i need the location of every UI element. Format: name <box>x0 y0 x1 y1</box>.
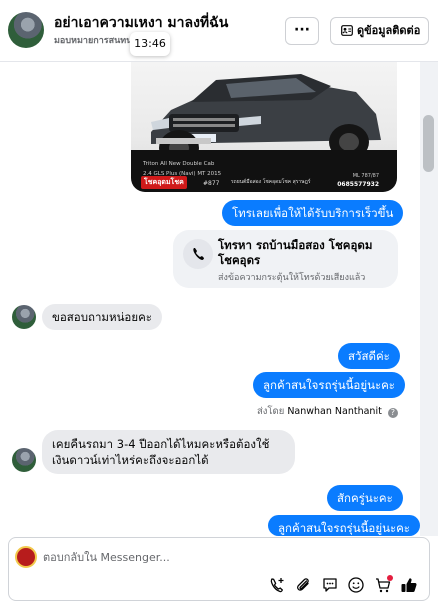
emoji-icon[interactable] <box>347 576 365 594</box>
call-icon-circle <box>183 239 213 269</box>
message-scrollbar-thumb[interactable] <box>423 115 434 172</box>
contact-avatar[interactable] <box>8 12 44 48</box>
outgoing-message[interactable]: สวัสดีค่ะ <box>338 343 400 369</box>
incoming-message[interactable]: เคยคืนรถมา 3-4 ปีออกได้ไหมคะหรือต้องใช้เ… <box>42 430 295 474</box>
conversation-header: อย่าเอาความเหงา มาลงที่ฉัน มอบหมายการสนท… <box>0 0 438 62</box>
call-card-subtitle: ส่งข้อความกระตุ้นให้โทรด้วยเสียงแล้ว <box>218 273 366 283</box>
car-registration-text: ML 787/87 <box>352 173 379 179</box>
car-model-text: Triton All New Double Cab <box>143 161 215 167</box>
sender-avatar[interactable] <box>12 448 36 472</box>
attachment-icon[interactable] <box>294 576 312 594</box>
incoming-message[interactable]: ขอสอบถามหน่อยคะ <box>42 304 162 330</box>
phone-add-icon[interactable] <box>268 576 286 594</box>
ellipsis-icon: ··· <box>294 22 310 38</box>
assign-conversation-label[interactable]: มอบหมายการสนทนา <box>54 33 134 47</box>
contact-name[interactable]: อย่าเอาความเหงา มาลงที่ฉัน <box>54 12 228 34</box>
call-request-card[interactable]: โทรหา รถบ้านมือสอง โชคอุดม โชคอุดร ส่งข้… <box>173 230 398 288</box>
page-avatar <box>15 546 37 568</box>
quick-reply-icon[interactable] <box>321 576 339 594</box>
outgoing-message[interactable]: ลูกค้าสนใจรถรุ่นนี้อยู่นะคะ <box>268 515 420 536</box>
more-options-button[interactable]: ··· <box>285 17 319 45</box>
help-icon[interactable]: ? <box>387 408 398 418</box>
dealer-location-text: รถยนต์มือสอง โชคอุดมโชค สุราษฎร์ <box>231 179 311 185</box>
outgoing-message[interactable]: โทรเลยเพื่อให้ได้รับบริการเร็วขึ้น <box>222 200 404 226</box>
call-card-title: โทรหา รถบ้านมือสอง โชคอุดม โชคอุดร <box>218 238 373 267</box>
like-icon[interactable] <box>400 576 418 594</box>
contact-card-icon <box>341 25 353 36</box>
view-contact-info-button[interactable]: ดูข้อมูลติดต่อ <box>330 17 429 45</box>
car-photo-attachment[interactable]: Triton All New Double Cab 2.4 GLS Plus (… <box>131 62 397 192</box>
outgoing-message[interactable]: สักครู่นะคะ <box>327 485 403 511</box>
sent-by-label: ส่งโดย Nanwhan Nanthanit ? <box>257 404 398 419</box>
sent-by-name[interactable]: Nanwhan Nanthanit <box>287 406 382 417</box>
sender-avatar[interactable] <box>12 305 36 329</box>
notification-dot <box>387 575 393 581</box>
outgoing-message[interactable]: ลูกค้าสนใจรถรุ่นนี้อยู่นะคะ <box>253 372 405 398</box>
dealer-logo: โชคอุดมโชค <box>141 176 187 189</box>
phone-icon <box>193 248 204 260</box>
view-contact-info-label: ดูข้อมูลติดต่อ <box>357 24 421 37</box>
sent-by-prefix: ส่งโดย <box>257 406 285 417</box>
reply-composer <box>8 537 430 601</box>
cart-icon[interactable] <box>374 575 393 594</box>
car-plate-number: #877 <box>203 180 220 187</box>
reply-input[interactable] <box>43 546 343 568</box>
timestamp-tooltip: 13:46 <box>130 32 170 56</box>
dealer-phone-text: 0685577932 <box>337 181 379 188</box>
